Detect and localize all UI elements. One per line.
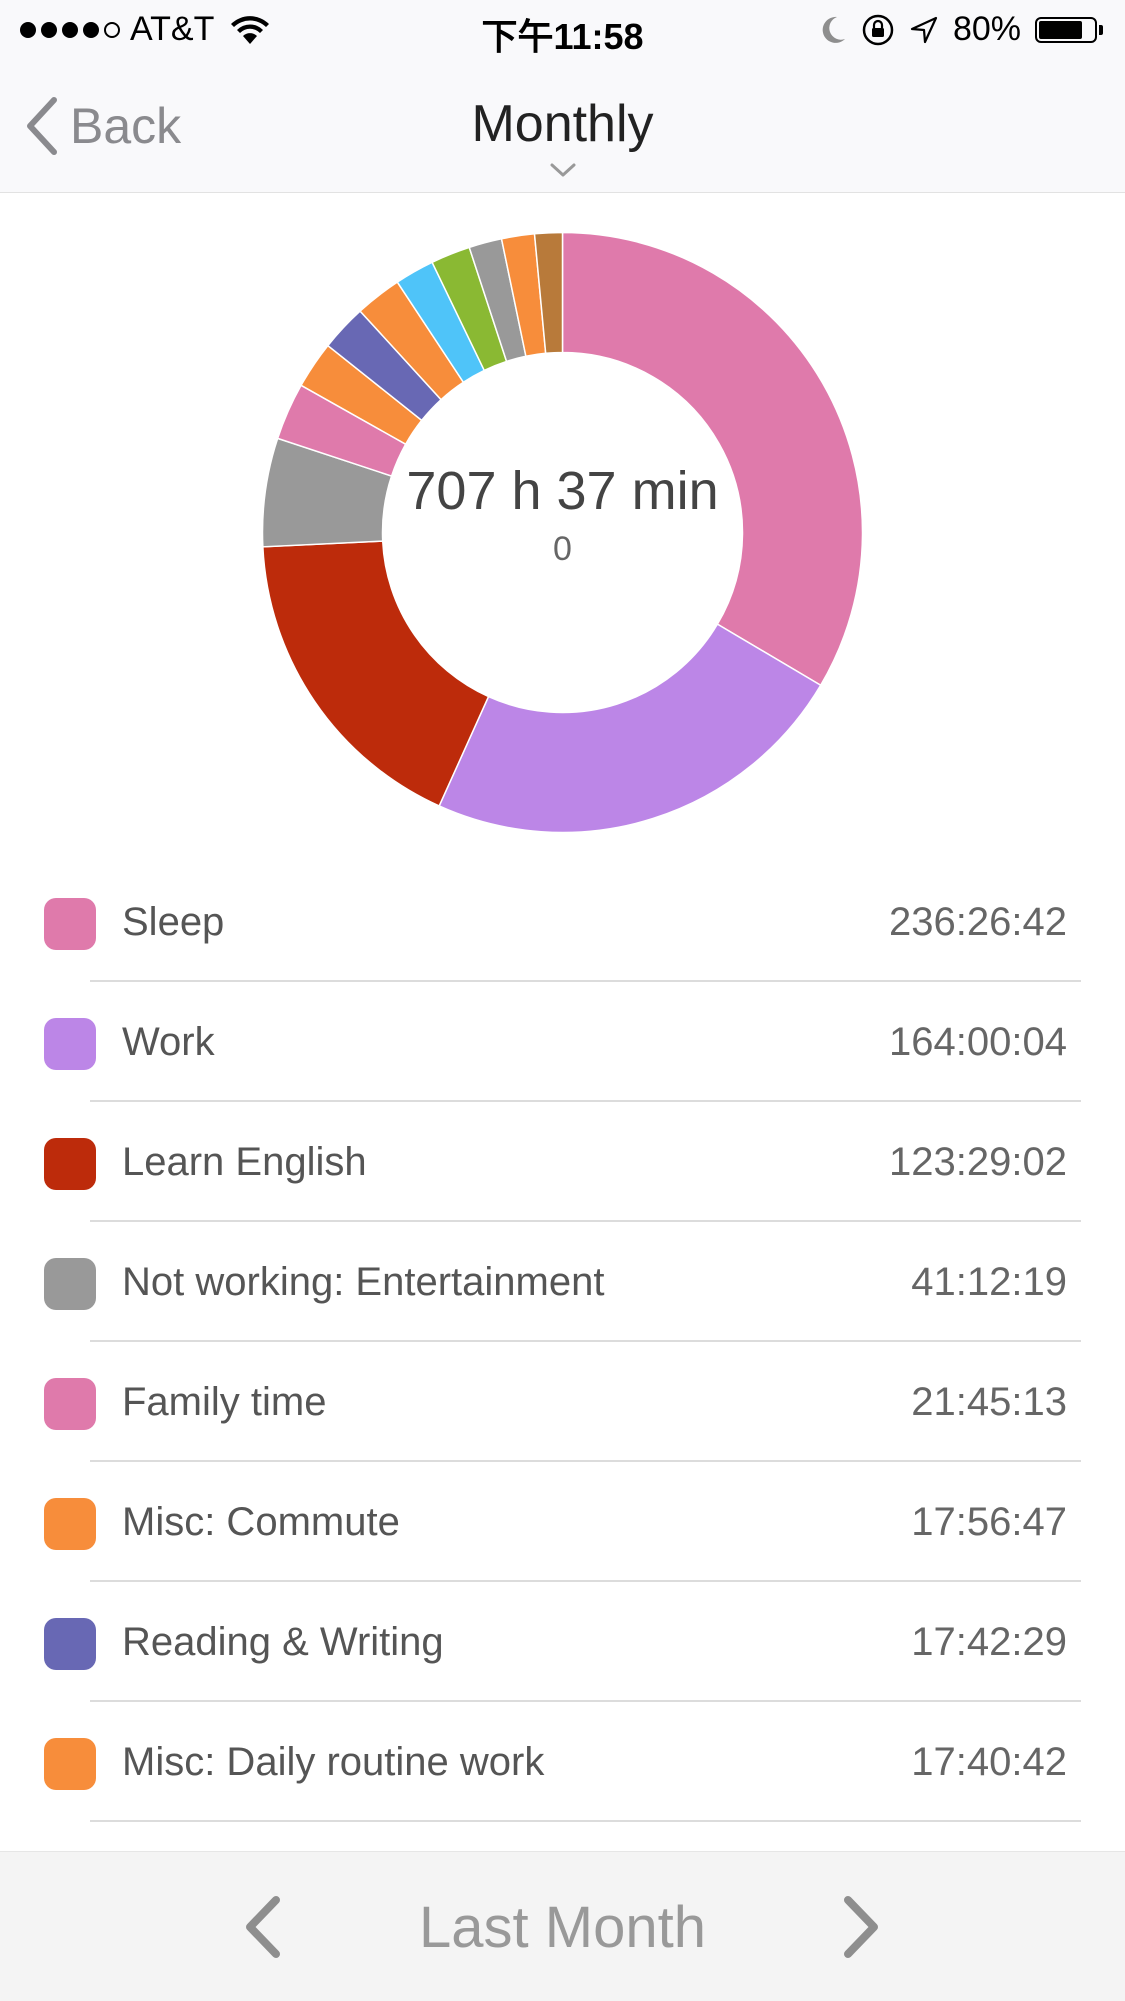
category-duration: 17:40:42 (911, 1740, 1067, 1784)
total-sub: 0 (553, 530, 572, 568)
category-list: Sleep 236:26:42 Work 164:00:04 Learn English… (0, 862, 1125, 1822)
donut-slice[interactable] (438, 623, 822, 834)
color-swatch (44, 1018, 96, 1070)
category-name: Work (122, 1020, 215, 1064)
category-name: Reading & Writing (122, 1620, 444, 1664)
row-divider (90, 1820, 1081, 1822)
category-name: Misc: Commute (122, 1500, 400, 1544)
category-name: Misc: Daily routine work (122, 1740, 545, 1784)
list-item[interactable]: Reading & Writing 17:42:29 (0, 1582, 1125, 1702)
list-item[interactable]: Sleep 236:26:42 (0, 862, 1125, 982)
color-swatch (44, 1138, 96, 1190)
category-duration: 123:29:02 (889, 1140, 1067, 1184)
list-item[interactable]: Work 164:00:04 (0, 982, 1125, 1102)
category-duration: 41:12:19 (911, 1260, 1067, 1304)
next-period-button[interactable] (838, 1892, 884, 1967)
total-time: 707 h 37 min (406, 461, 719, 521)
category-duration: 236:26:42 (889, 900, 1067, 944)
list-item[interactable]: Misc: Daily routine work 17:40:42 (0, 1702, 1125, 1822)
color-swatch (44, 1378, 96, 1430)
status-right: 80% (819, 10, 1103, 49)
battery-icon (1035, 16, 1103, 43)
rotation-lock-icon (862, 14, 894, 45)
period-selector-title[interactable]: Monthly (0, 94, 1125, 154)
donut-chart: 707 h 37 min 0 (0, 190, 1125, 850)
category-duration: 21:45:13 (911, 1380, 1067, 1424)
donut-slice[interactable] (561, 231, 864, 687)
color-swatch (44, 898, 96, 950)
moon-icon (822, 16, 845, 43)
category-name: Sleep (122, 900, 225, 944)
period-label: Last Month (419, 1895, 706, 1960)
chevron-down-icon[interactable] (549, 162, 577, 178)
chevron-right-icon (844, 1896, 878, 1958)
status-bar: AT&T 下午11:58 80% (0, 0, 1125, 60)
location-arrow-icon (910, 16, 938, 43)
color-swatch (44, 1498, 96, 1550)
list-item[interactable]: Misc: Commute 17:56:47 (0, 1462, 1125, 1582)
list-item[interactable]: Learn English 123:29:02 (0, 1102, 1125, 1222)
category-name: Not working: Entertainment (122, 1260, 605, 1304)
list-item[interactable]: Family time 21:45:13 (0, 1342, 1125, 1462)
color-swatch (44, 1738, 96, 1790)
category-name: Family time (122, 1380, 327, 1424)
nav-bar: Back Monthly (0, 60, 1125, 193)
battery-percent: 80% (952, 10, 1021, 48)
category-name: Learn English (122, 1140, 367, 1184)
screen: AT&T 下午11:58 80% Back Monthly 707 h 37 m… (0, 0, 1125, 2001)
color-swatch (44, 1258, 96, 1310)
category-duration: 17:56:47 (911, 1500, 1067, 1544)
category-duration: 164:00:04 (889, 1020, 1067, 1064)
donut-slice[interactable] (262, 540, 490, 807)
category-duration: 17:42:29 (911, 1620, 1067, 1664)
bottom-bar: Last Month (0, 1851, 1125, 2001)
color-swatch (44, 1618, 96, 1670)
list-item[interactable]: Not working: Entertainment 41:12:19 (0, 1222, 1125, 1342)
